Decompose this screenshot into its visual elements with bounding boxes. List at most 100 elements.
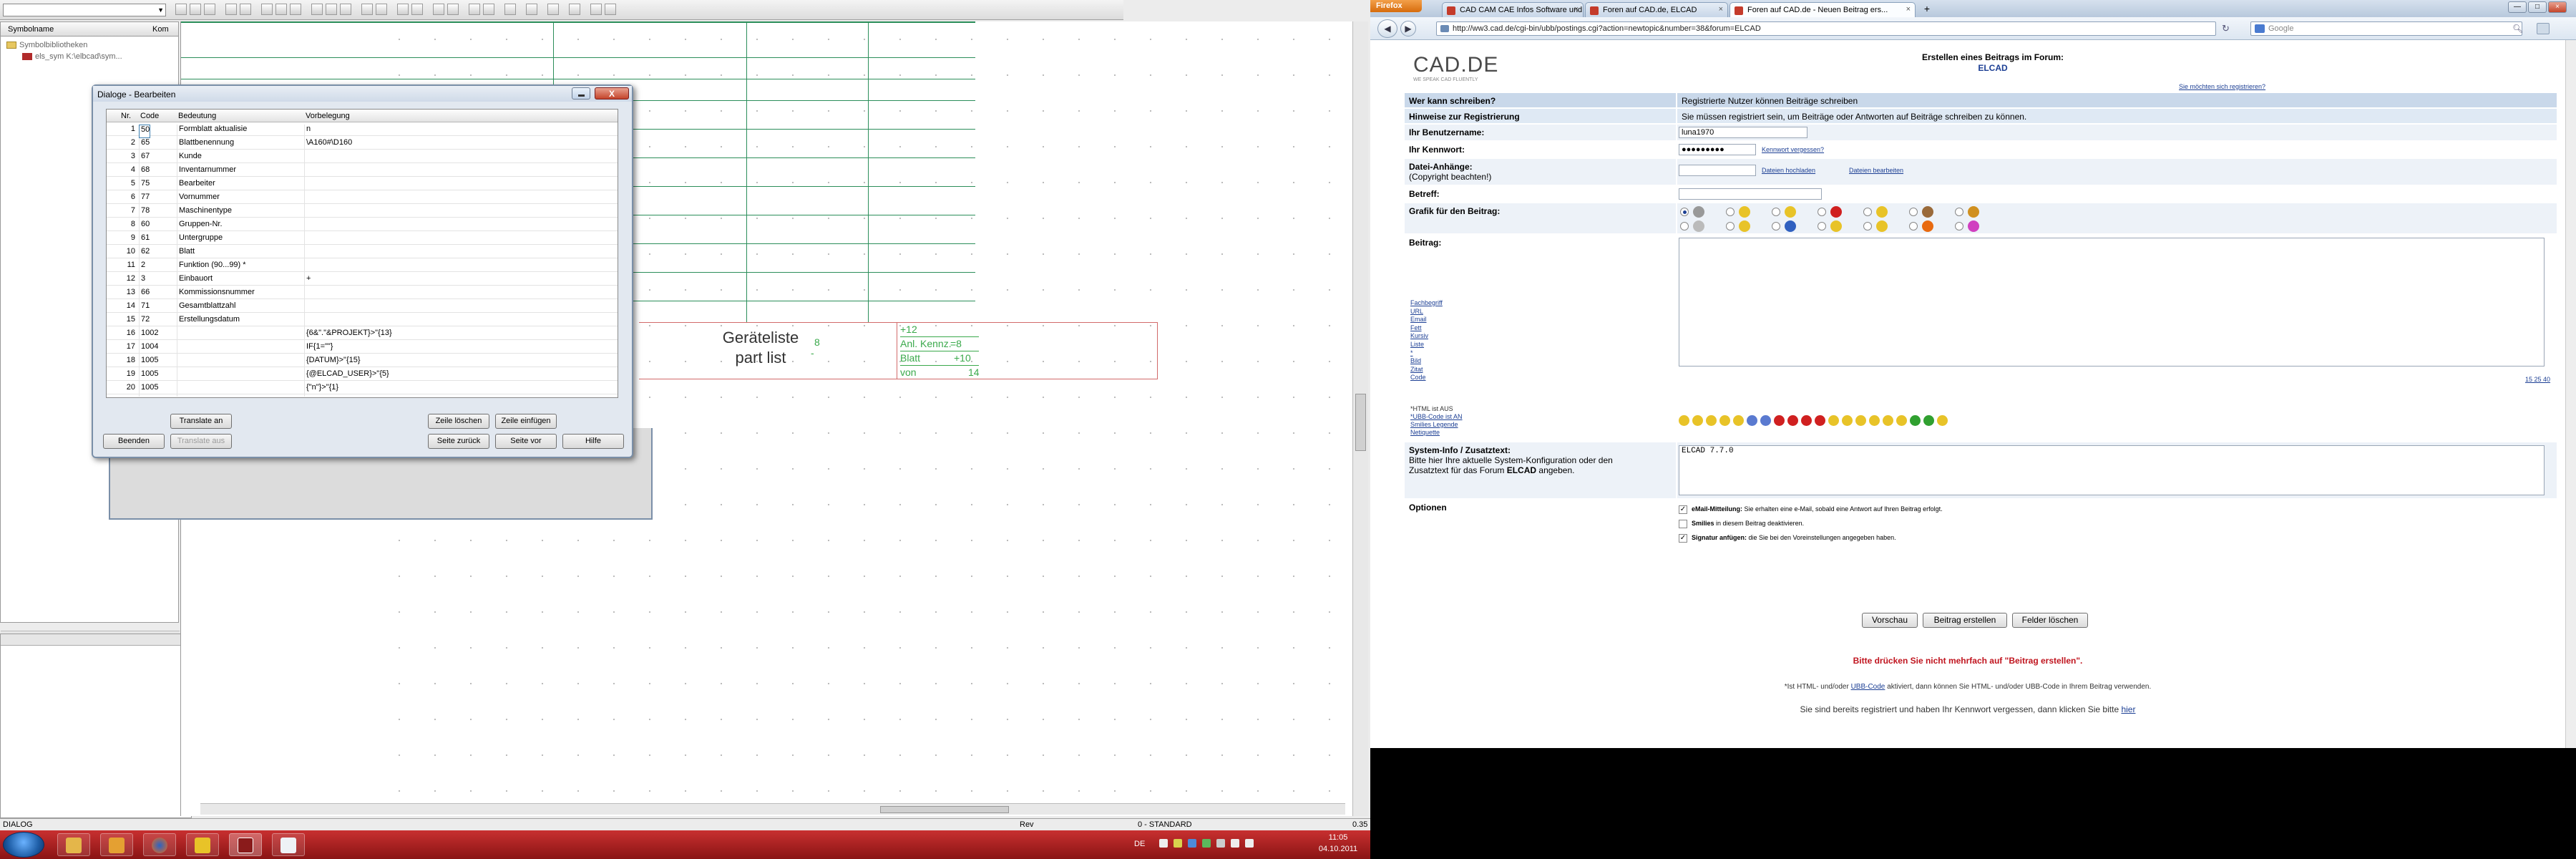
smiley-icon[interactable] [1828,415,1839,426]
table-row[interactable]: 1 50 Formblatt aktualisie n [107,122,618,138]
url-bar[interactable]: http://ww3.cad.de/cgi-bin/ubb/postings.c… [1436,21,2216,36]
edit-files-link[interactable]: Dateien bearbeiten [1849,167,1903,174]
toolbar-button[interactable] [547,4,559,15]
table-row[interactable]: 3 67 Kunde [107,150,618,165]
close-tab-icon[interactable]: × [1906,5,1911,14]
reload-icon[interactable]: ↻ [2222,23,2230,34]
ubb-code-link[interactable]: UBB-Code [1851,683,1885,691]
exit-button[interactable]: Beenden [103,434,165,449]
username-input[interactable]: luna1970 [1679,127,1807,138]
toolbar-button[interactable] [504,4,516,15]
graphic-radio[interactable] [1772,222,1780,230]
network-icon[interactable] [1231,839,1239,848]
site-logo[interactable]: CAD.DE WE SPEAK CAD FLUENTLY [1413,53,1498,82]
format-link[interactable]: * [1410,349,1443,358]
attachment-field[interactable] [1679,165,1756,176]
smiley-icon[interactable] [1855,415,1866,426]
textarea-size-links[interactable]: 15 25 40 [2525,376,2550,383]
format-link[interactable]: URL [1410,308,1443,316]
new-tab-button[interactable]: + [1920,3,1934,16]
column-comment[interactable]: Kom [152,25,169,34]
toolbar-button[interactable] [361,4,373,15]
toolbar-button[interactable] [261,4,273,15]
toolbar-button[interactable] [605,4,616,15]
tray-icon[interactable] [1216,839,1225,848]
body-textarea[interactable] [1679,238,2545,367]
smiley-icon[interactable] [1679,415,1689,426]
maximize-window-button[interactable]: □ [2528,1,2547,13]
site-identity-icon[interactable] [1440,25,1449,32]
translate-off-button[interactable]: Translate aus [170,434,232,449]
page-scrollbar[interactable] [2565,40,2576,748]
tray-icon[interactable] [1174,839,1182,848]
column-symbolname[interactable]: Symbolname [8,25,54,34]
toolbar-button[interactable] [240,4,251,15]
page-forward-button[interactable]: Seite vor [495,434,557,449]
smilies-legend-link[interactable]: Smilies Legende [1410,421,1463,429]
table-row[interactable]: 16 1002 {6&"."&PROJEKT}>"{13} [107,326,618,342]
format-link[interactable]: Code [1410,374,1443,382]
toolbar-button[interactable] [569,4,580,15]
smiley-icon[interactable] [1719,415,1730,426]
graphic-radio[interactable] [1818,208,1826,216]
email-notify-checkbox[interactable]: ✓ [1679,505,1687,514]
insert-row-button[interactable]: Zeile einfügen [495,414,557,429]
translate-on-button[interactable]: Translate an [170,414,232,429]
toolbar-button[interactable] [397,4,409,15]
toolbar-button[interactable] [340,4,351,15]
clear-fields-button[interactable]: Felder löschen [2012,613,2088,628]
firefox-menu-button[interactable]: Firefox [1370,0,1422,12]
tray-icon[interactable] [1202,839,1211,848]
submit-post-button[interactable]: Beitrag erstellen [1923,613,2007,628]
smiley-icon[interactable] [1787,415,1798,426]
back-button[interactable]: ◀ [1377,19,1397,38]
scrollbar-thumb[interactable] [880,806,1009,813]
tray-icon[interactable] [1159,839,1168,848]
smiley-icon[interactable] [1923,415,1934,426]
forgot-password-here-link[interactable]: hier [2121,704,2135,714]
subject-input[interactable] [1679,188,1822,200]
table-row[interactable]: 9 61 Untergruppe [107,231,618,247]
graphic-radio[interactable] [1863,208,1872,216]
format-link[interactable]: Fett [1410,324,1443,333]
header-vorbelegung[interactable]: Vorbelegung [306,112,350,120]
sysinfo-textarea[interactable]: ELCAD 7.7.0 [1679,445,2545,495]
table-row[interactable]: 13 66 Kommissionsnummer [107,286,618,301]
format-link[interactable]: Liste [1410,341,1443,349]
clock-time[interactable]: 11:05 [1313,833,1363,842]
toolbar-button[interactable] [275,4,287,15]
preview-button[interactable]: Vorschau [1862,613,1918,628]
toolbar-button[interactable] [204,4,215,15]
signature-checkbox[interactable]: ✓ [1679,534,1687,543]
tray-icon[interactable] [1188,839,1196,848]
taskbar-explorer[interactable] [57,833,90,856]
table-row[interactable]: 2 65 Blattbenennung \A160#\D160 [107,136,618,152]
tab-cad-infos[interactable]: CAD CAM CAE Infos Software und Fo...× [1442,2,1584,17]
taskbar-media[interactable] [100,833,133,856]
taskbar-window[interactable] [272,833,305,856]
header-code[interactable]: Code [140,112,159,120]
toolbar-button[interactable] [311,4,323,15]
graphic-radio[interactable] [1818,222,1826,230]
table-row[interactable]: 20 1005 {"n"}>"{1} [107,381,618,397]
minimize-window-button[interactable]: — [2508,1,2527,13]
google-icon[interactable] [2255,24,2265,33]
forgot-password-link[interactable]: Kennwort vergessen? [1762,146,1824,153]
smiley-icon[interactable] [1774,415,1785,426]
toolbar-button[interactable] [225,4,237,15]
graphic-radio[interactable] [1955,208,1963,216]
clock-date[interactable]: 04.10.2011 [1313,845,1363,853]
graphic-radio[interactable] [1680,222,1689,230]
default-value-cell[interactable]: {"n"}>"{1} [304,383,618,397]
smiley-icon[interactable] [1869,415,1880,426]
taskbar-app[interactable] [186,833,219,856]
password-input[interactable]: ●●●●●●●●● [1679,144,1756,155]
taskbar-elcad[interactable] [229,833,262,856]
toolbar-button[interactable] [590,4,602,15]
tab-foren-elcad[interactable]: Foren auf CAD.de, ELCAD × [1585,2,1728,17]
minimize-button[interactable] [572,87,590,100]
table-row[interactable]: 12 3 Einbauort + [107,272,618,288]
close-window-button[interactable]: × [2548,1,2567,13]
drawing-vertical-scrollbar[interactable] [1352,21,1368,816]
ubb-code-link[interactable]: *UBB-Code ist AN [1410,413,1463,421]
